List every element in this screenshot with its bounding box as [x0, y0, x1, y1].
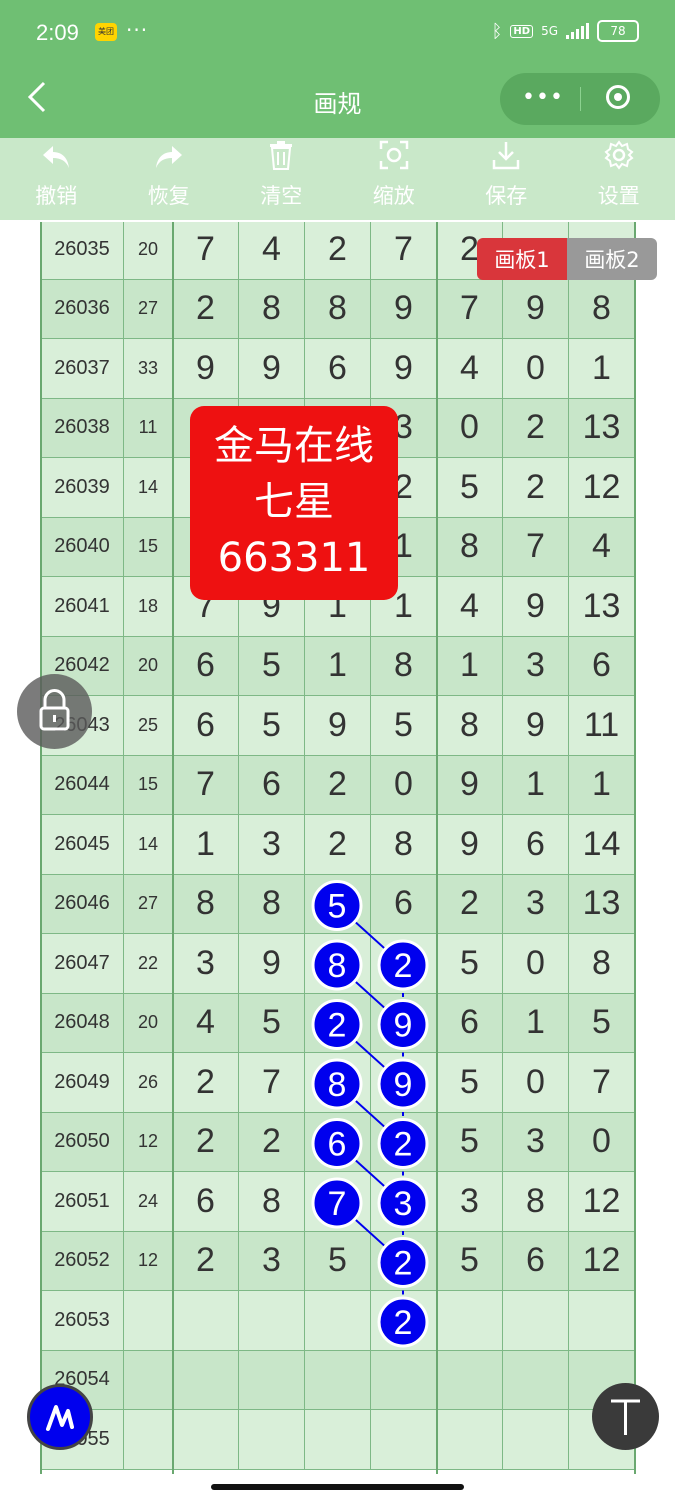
signal-icon — [566, 23, 589, 39]
undo-button[interactable]: 撤销 — [0, 138, 113, 220]
marker-value: 2 — [394, 1304, 413, 1342]
settings-label: 设置 — [597, 184, 640, 208]
number-marker[interactable]: 2 — [377, 1237, 429, 1288]
more-options-icon[interactable]: ••• — [522, 85, 564, 110]
ad-line-3: 663311 — [217, 535, 371, 581]
scroll-top-button[interactable] — [592, 1383, 659, 1450]
marker-value: 8 — [328, 947, 347, 985]
marker-value: 5 — [328, 888, 347, 926]
number-marker[interactable]: 9 — [377, 999, 429, 1050]
marker-value: 3 — [394, 1185, 413, 1223]
status-bar: 2:09 美团 ··· ᛒ HD 5G 78 — [0, 0, 675, 66]
tab-board-2[interactable]: 画板2 — [567, 238, 657, 280]
tab-board-1[interactable]: 画板1 — [477, 238, 567, 280]
marker-value: 2 — [328, 1007, 347, 1045]
network-type: 5G — [541, 24, 558, 38]
zoom-icon — [338, 138, 451, 178]
marker-value: 9 — [394, 1007, 413, 1045]
redo-icon — [113, 138, 226, 178]
clear-button[interactable]: 清空 — [225, 138, 338, 220]
ad-line-1: 金马在线 — [214, 423, 374, 469]
number-marker[interactable]: 9 — [377, 1058, 429, 1110]
marker-value: 2 — [394, 1245, 413, 1283]
clear-label: 清空 — [260, 184, 303, 208]
number-marker[interactable]: 2 — [311, 999, 363, 1050]
marker-value: 9 — [394, 1066, 413, 1104]
number-marker[interactable]: 7 — [311, 1177, 363, 1229]
marker-value: 2 — [394, 947, 413, 985]
zoom-label: 缩放 — [372, 184, 415, 208]
marker-value: 7 — [328, 1185, 347, 1223]
number-marker[interactable]: 2 — [377, 1118, 429, 1169]
download-icon — [450, 138, 563, 178]
marker-value: 6 — [328, 1126, 347, 1164]
number-marker[interactable]: 3 — [377, 1177, 429, 1229]
board-tabs: 画板1 画板2 — [477, 238, 657, 280]
trash-icon — [225, 138, 338, 178]
scroll-top-icon — [611, 1399, 640, 1435]
gear-icon — [563, 138, 675, 178]
close-miniapp-icon[interactable] — [606, 85, 630, 109]
number-marker[interactable]: 5 — [311, 880, 363, 931]
marker-value: 8 — [328, 1066, 347, 1104]
ad-line-2: 七星 — [254, 479, 334, 525]
miniapp-capsule: ••• — [500, 73, 660, 125]
number-marker[interactable]: 8 — [311, 939, 363, 991]
undo-icon — [0, 138, 113, 178]
redo-label: 恢复 — [147, 184, 190, 208]
lock-button[interactable] — [17, 674, 92, 749]
nav-bar: 画规 ••• — [0, 66, 675, 138]
zoom-button[interactable]: 缩放 — [338, 138, 451, 220]
home-indicator[interactable] — [211, 1484, 464, 1490]
save-label: 保存 — [485, 184, 528, 208]
status-time: 2:09 — [36, 20, 79, 45]
marker-value: 2 — [394, 1126, 413, 1164]
status-indicators: ᛒ HD 5G 78 — [492, 20, 639, 42]
capsule-divider — [580, 87, 581, 111]
notification-more-icon: ··· — [126, 18, 149, 42]
number-marker[interactable]: 2 — [377, 939, 429, 991]
undo-label: 撤销 — [35, 184, 78, 208]
meituan-badge-icon: 美团 — [95, 23, 117, 41]
redo-button[interactable]: 恢复 — [113, 138, 226, 220]
settings-button[interactable]: 设置 — [563, 138, 675, 220]
battery-icon: 78 — [597, 20, 639, 42]
pen-icon — [46, 1405, 74, 1431]
bluetooth-icon: ᛒ — [491, 20, 503, 42]
lock-icon — [39, 689, 70, 731]
drawing-toolbar: 撤销 恢复 清空 缩放 保存 设置 — [0, 138, 675, 220]
ad-banner[interactable]: 金马在线 七星 663311 — [190, 406, 398, 600]
pen-tool-button[interactable] — [27, 1384, 93, 1450]
number-marker[interactable]: 8 — [311, 1058, 363, 1110]
number-marker[interactable]: 2 — [377, 1296, 429, 1348]
number-marker[interactable]: 6 — [311, 1118, 363, 1169]
hd-icon: HD — [510, 24, 534, 38]
save-button[interactable]: 保存 — [450, 138, 563, 220]
